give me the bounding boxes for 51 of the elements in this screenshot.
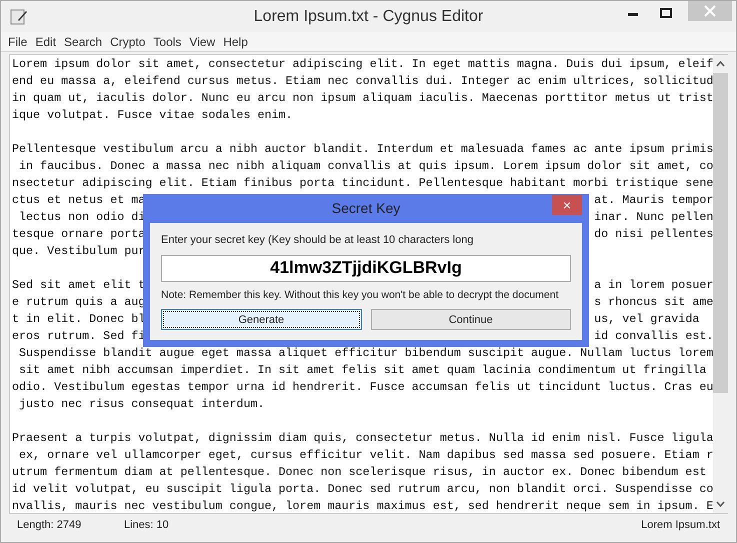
text-line: Suspendisse blandit augue eget massa aliquet efficitur bibendum suscipit augue. Nullam luctus lorem — [18, 345, 714, 362]
close-button[interactable]: × — [552, 195, 582, 215]
text-line: id velit volutpat, eu suscipit ligula porta. Donec sed rutrum arcu, non blandit orci. Suspendisse co — [12, 481, 714, 498]
text-line: ique volutpat. Fusce vitae sodales enim. — [12, 107, 293, 124]
scrollbar-thumb[interactable] — [713, 73, 728, 393]
text-line: ex, ornare vel ullamcorper eget, cursus efficitur velit. Nam dapibus sed massa sed posuere. Etiam r — [18, 447, 714, 464]
menu-item[interactable]: Tools — [153, 32, 182, 50]
text-line: eros rutrum. Sed fi — [12, 328, 146, 345]
scrollbar[interactable] — [713, 55, 728, 513]
text-line: in quam ut, iaculis dolor. Nunc eu arcu non ipsum aliquam iaculis. Maecenas porttitor metus ut trist — [12, 90, 714, 107]
text-line: in faucibus. Donec a massa nec nibh aliquam convallis at quis ipsum. Lorem ipsum dolor sit amet, co — [18, 158, 714, 175]
text-line: Praesent a turpis volutpat, dignissim diam quis, consectetur metus. Nulla id enim nisl. Fusce ligula — [12, 430, 714, 447]
dialog-button[interactable]: Continue — [370, 309, 571, 330]
text-line: end eu massa a, eleifend cursus metus. Etiam nec convallis dui. Integer ac enim ultrices, sollicitud — [12, 73, 714, 90]
scroll-down-icon[interactable] — [716, 501, 726, 507]
text-line: lectus non odio di — [18, 209, 146, 226]
notepad-icon — [10, 8, 28, 25]
menu-item[interactable]: Help — [223, 32, 248, 50]
dialog-button[interactable]: Generate — [161, 309, 362, 330]
text-line: utrum fermentum diam at pellentesque. Donec non scelerisque risus, in auctor ex. Donec bibendum est — [12, 464, 706, 481]
text-line: nvallis, mauris nec vestibulum congue, lorem mauris maximus est, sed hendrerit neque sem in ipsum. E — [12, 498, 714, 515]
minimize-icon[interactable] — [628, 13, 638, 17]
length-status: Length: 2749 — [17, 518, 82, 533]
text-line: at. Mauris tempor — [594, 192, 714, 209]
menu-item[interactable]: File — [8, 32, 28, 50]
text-line: justo nec risus consequat interdum. — [18, 396, 264, 413]
text-line: id convallis est. — [594, 328, 714, 345]
lines-status: Lines: 10 — [124, 518, 169, 533]
text-line: us, vel gravida — [594, 311, 700, 328]
text-line: s rhoncus sit ame — [594, 294, 714, 311]
text-line: sit amet nibh accumsan imperdiet. In sit amet felis sit amet quam lacinia condimentum ut fringilla — [18, 362, 706, 379]
text-line: Pellentesque vestibulum arcu a nibh auctor blandit. Interdum et malesuada fames ac ante ipsum primis — [12, 141, 714, 158]
key-field[interactable]: 41lmw3ZTjjdiKGLBRvIg — [161, 254, 571, 282]
maximize-icon[interactable] — [660, 8, 672, 18]
file-name-status: Lorem Ipsum.txt — [641, 518, 720, 533]
dialog-title: Secret Key — [332, 199, 400, 218]
text-line: que. Vestibulum pur — [12, 243, 146, 260]
menu-item[interactable]: Search — [64, 32, 102, 50]
text-line: do nisi pellentes — [594, 226, 714, 243]
text-line: inar. Nunc pellen — [594, 209, 714, 226]
text-line: odio. Vestibulum egestas tempor urna id hendrerit. Fusce accumsan felis ut tincidunt luctus. Cras eu — [12, 379, 714, 396]
scroll-up-icon[interactable] — [716, 61, 726, 67]
menu-item[interactable]: View — [189, 32, 216, 50]
menu-item[interactable]: Edit — [35, 32, 56, 50]
window-title: Lorem Ipsum.txt - Cygnus Editor — [254, 6, 484, 26]
menu-item[interactable]: Crypto — [110, 32, 146, 50]
text-line: Lorem ipsum dolor sit amet, consectetur adipiscing elit. In eget mattis magna. Duis dui ipsum, eleif — [12, 56, 714, 73]
note-text: Note: Remember this key. Without this key you won't be able to decrypt the document — [161, 288, 560, 302]
key-label: Enter your secret key (Key should be at least 10 characters long — [161, 233, 474, 248]
text-line: a in lorem posuer — [594, 277, 714, 294]
text-line: nsectetur adipiscing elit. Etiam finibus porta tincidunt. Pellentesque habitant morbi tristique sene — [12, 175, 714, 192]
